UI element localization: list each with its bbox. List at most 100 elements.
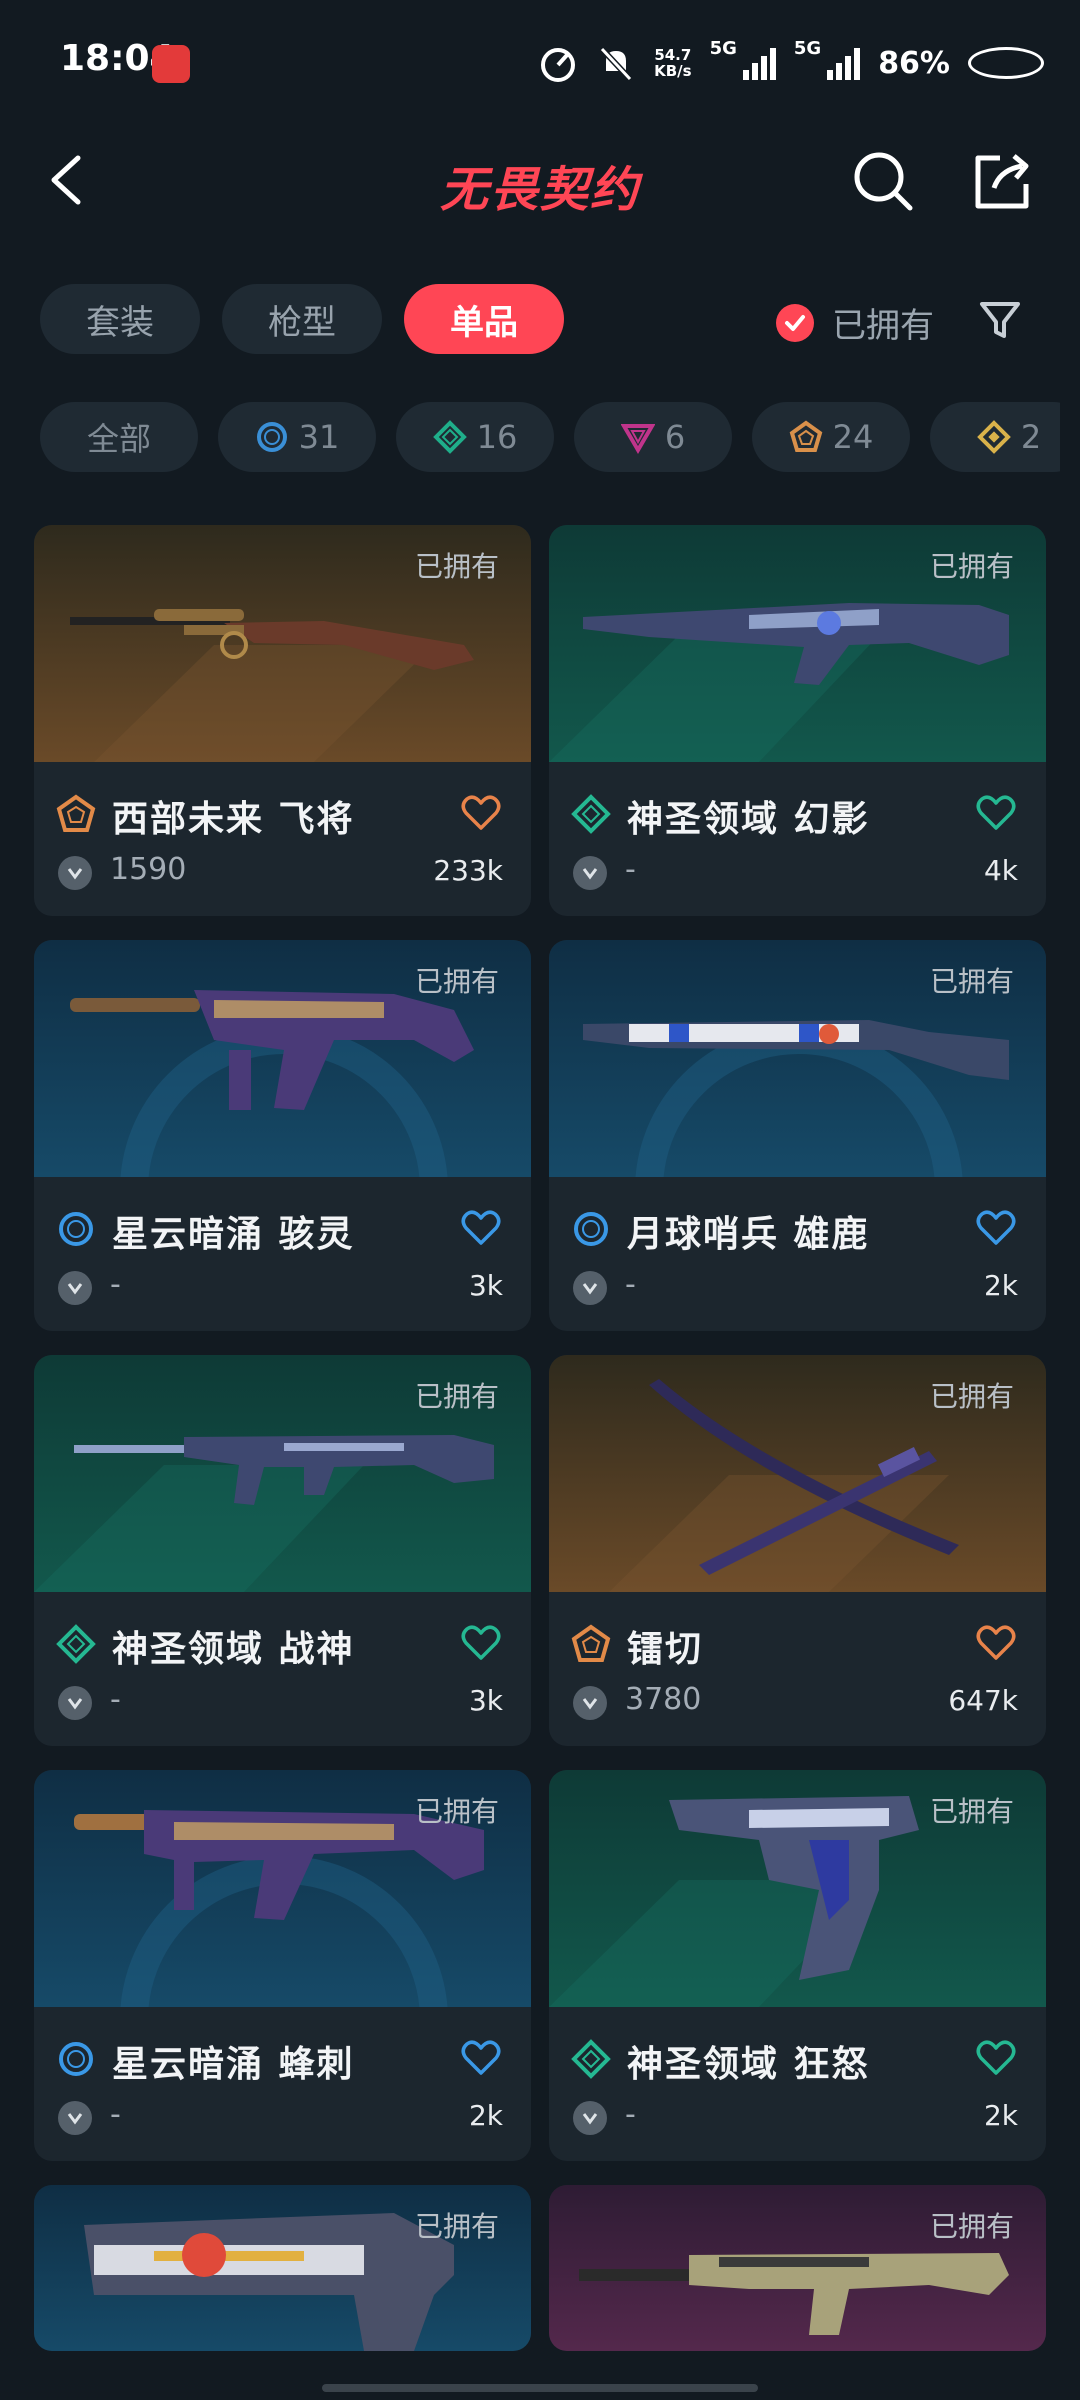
- owned-badge: 已拥有: [929, 550, 1014, 583]
- speedometer-icon: [541, 48, 576, 82]
- signal-icon: [742, 46, 776, 80]
- chip-deluxe-count: 16: [476, 418, 518, 456]
- app-notification-icon: [152, 45, 190, 83]
- mute-bell-icon: [599, 46, 633, 82]
- select-tier-icon: [59, 1212, 93, 1246]
- vp-currency-icon: [573, 856, 607, 890]
- like-count: 233k: [433, 854, 503, 887]
- heart-icon[interactable]: [461, 1209, 501, 1247]
- owned-badge: 已拥有: [929, 2210, 1014, 2243]
- net-speed-unit: KB/s: [654, 62, 692, 80]
- heart-icon[interactable]: [976, 1209, 1016, 1247]
- exclusive-tier-icon: [789, 420, 822, 452]
- chip-deluxe-tier[interactable]: 16: [396, 402, 554, 472]
- owned-filter-toggle[interactable]: 已拥有: [776, 298, 934, 347]
- owned-badge: 已拥有: [929, 1380, 1014, 1413]
- skin-name: 星云暗涌 骇灵: [112, 1214, 355, 1255]
- like-count: 647k: [948, 1684, 1018, 1717]
- sim1-label: 5G: [709, 38, 737, 59]
- owned-badge: 已拥有: [414, 965, 499, 998]
- skin-name: 西部未来 飞将: [112, 799, 355, 840]
- exclusive-tier-icon: [56, 794, 96, 832]
- tab-bundles[interactable]: 套装: [40, 284, 200, 354]
- vp-currency-icon: [573, 2101, 607, 2135]
- owned-badge: 已拥有: [414, 550, 499, 583]
- skin-name: 镭切: [627, 1629, 704, 1670]
- chip-premium-tier[interactable]: 6: [574, 402, 732, 472]
- exclusive-tier-icon: [571, 1624, 611, 1662]
- like-count: 3k: [468, 1684, 503, 1717]
- chip-ultra-count: 2: [1020, 418, 1042, 456]
- tier-filter-chips: 全部 31 16 6 24 2: [40, 402, 1060, 474]
- like-count: 3k: [468, 1269, 503, 1302]
- chip-exclusive-tier[interactable]: 24: [752, 402, 910, 472]
- share-icon[interactable]: [970, 148, 1036, 214]
- premium-tier-icon: [620, 424, 655, 454]
- vp-currency-icon: [573, 1686, 607, 1720]
- network-speed: 54.7 KB/s: [654, 47, 691, 79]
- skin-card[interactable]: 已拥有 西部未来 飞将 1590 233k: [34, 525, 531, 916]
- heart-icon[interactable]: [461, 794, 501, 832]
- skin-card[interactable]: 已拥有 神圣领域 狂怒 - 2k: [549, 1770, 1046, 2161]
- ultra-tier-icon: [976, 420, 1011, 454]
- select-tier-icon: [574, 1212, 608, 1246]
- skin-price: -: [110, 1267, 121, 1302]
- skin-grid: 已拥有 西部未来 飞将 1590 233k 已拥有 神圣领域 幻影 - 4k 已…: [34, 525, 1046, 2351]
- skin-name: 星云暗涌 蜂刺: [112, 2044, 355, 2085]
- home-indicator[interactable]: [322, 2384, 758, 2392]
- skin-card[interactable]: 已拥有 神圣领域 幻影 - 4k: [549, 525, 1046, 916]
- skin-price: -: [625, 2097, 636, 2132]
- select-tier-icon: [59, 2042, 93, 2076]
- skin-card[interactable]: 已拥有: [549, 2185, 1046, 2351]
- skin-name: 神圣领域 狂怒: [627, 2044, 870, 2085]
- vp-currency-icon: [58, 1686, 92, 1720]
- heart-icon[interactable]: [976, 1624, 1016, 1662]
- skin-price: -: [625, 852, 636, 887]
- skin-name: 月球哨兵 雄鹿: [627, 1214, 870, 1255]
- deluxe-tier-icon: [56, 1624, 96, 1664]
- vp-currency-icon: [58, 2101, 92, 2135]
- skin-price: -: [110, 1682, 121, 1717]
- status-indicators: 54.7 KB/s 5G 5G 86%: [538, 38, 1044, 88]
- owned-filter-label: 已拥有: [832, 306, 934, 346]
- skin-name: 神圣领域 战神: [112, 1629, 355, 1670]
- skin-price: -: [110, 2097, 121, 2132]
- search-icon[interactable]: [850, 148, 916, 214]
- skin-card[interactable]: 已拥有 星云暗涌 蜂刺 - 2k: [34, 1770, 531, 2161]
- skin-card[interactable]: 已拥有 神圣领域 战神 - 3k: [34, 1355, 531, 1746]
- heart-icon[interactable]: [976, 794, 1016, 832]
- tab-weapon-types[interactable]: 枪型: [222, 284, 382, 354]
- checkmark-icon: [776, 303, 814, 342]
- select-tier-icon: [256, 422, 287, 452]
- skin-price: 1590: [110, 852, 187, 887]
- owned-badge: 已拥有: [929, 1795, 1014, 1828]
- chip-ultra-tier[interactable]: 2: [930, 402, 1060, 472]
- signal-icon-2: [827, 46, 861, 80]
- like-count: 2k: [983, 1269, 1018, 1302]
- page-title: 无畏契约: [439, 162, 640, 218]
- heart-icon[interactable]: [461, 2039, 501, 2077]
- skin-card[interactable]: 已拥有: [34, 2185, 531, 2351]
- sim2-label: 5G: [793, 38, 822, 59]
- skin-card[interactable]: 已拥有 月球哨兵 雄鹿 - 2k: [549, 940, 1046, 1331]
- heart-icon[interactable]: [461, 1624, 501, 1662]
- heart-icon[interactable]: [976, 2039, 1016, 2077]
- like-count: 2k: [983, 2099, 1018, 2132]
- tab-single-items[interactable]: 单品: [404, 284, 564, 354]
- chip-select-tier[interactable]: 31: [218, 402, 376, 472]
- owned-badge: 已拥有: [414, 1795, 499, 1828]
- category-tabs: 套装 枪型 单品: [40, 284, 564, 354]
- deluxe-tier-icon: [571, 2039, 611, 2079]
- like-count: 2k: [468, 2099, 503, 2132]
- top-app-bar: 无畏契约: [0, 130, 1080, 230]
- chip-exclusive-count: 24: [832, 418, 874, 456]
- chip-all[interactable]: 全部: [40, 402, 198, 472]
- vp-currency-icon: [58, 1271, 92, 1305]
- battery-percent: 86%: [878, 45, 950, 81]
- skin-card[interactable]: 已拥有 镭切 3780 647k: [549, 1355, 1046, 1746]
- filter-funnel-icon[interactable]: [976, 296, 1024, 344]
- skin-card[interactable]: 已拥有 星云暗涌 骇灵 - 3k: [34, 940, 531, 1331]
- deluxe-tier-icon: [571, 794, 611, 834]
- chip-premium-count: 6: [664, 418, 686, 456]
- owned-badge: 已拥有: [414, 2210, 499, 2243]
